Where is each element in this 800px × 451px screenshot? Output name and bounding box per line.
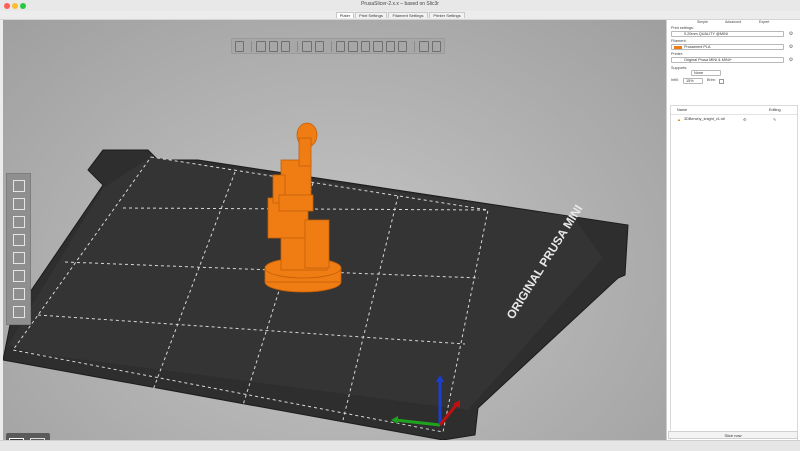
seam-paint-icon[interactable] [13, 306, 25, 318]
move-icon[interactable] [13, 180, 25, 192]
tab-filament-settings[interactable]: Filament Settings [388, 12, 428, 18]
print-settings-combo[interactable]: 0.20mm QUALITY @MINI [671, 31, 784, 37]
delete-all-icon[interactable] [268, 40, 279, 52]
tab-plater[interactable]: Plater [336, 12, 354, 18]
print-bed-scene: ORIGINAL PRUSA MINI [3, 122, 629, 440]
printer-label: Printer: [671, 52, 684, 56]
layers-editing-icon[interactable] [397, 40, 408, 52]
list-header-name: Name [677, 108, 688, 112]
redo-icon[interactable] [431, 40, 441, 52]
object-name: 3DBenchy_knight_v1.stl [684, 117, 725, 121]
undo-icon[interactable] [419, 40, 429, 52]
filament-gear-icon[interactable]: ⚙ [788, 44, 794, 50]
place-on-face-icon[interactable] [13, 234, 25, 246]
warning-icon: ▲ [677, 117, 681, 122]
brim-label: Brim: [707, 78, 716, 82]
toolbar-separator [414, 40, 416, 52]
mode-simple[interactable]: Simple [697, 20, 708, 24]
arrange-icon[interactable] [281, 40, 291, 52]
tab-printer-settings[interactable]: Printer Settings [429, 12, 465, 18]
top-toolbar [231, 38, 445, 54]
split-parts-icon[interactable] [373, 40, 383, 52]
add-icon[interactable] [235, 40, 245, 52]
hollow-icon[interactable] [13, 270, 25, 282]
supports-label: Supports: [671, 66, 688, 70]
toolbar-separator [331, 40, 332, 52]
list-header-editing: Editing [769, 108, 781, 112]
brim-checkbox[interactable] [719, 79, 724, 84]
toolbar-separator [297, 40, 299, 52]
list-item[interactable]: ▲ 3DBenchy_knight_v1.stl ⚙ ✎ [675, 117, 795, 123]
object-settings-icon[interactable]: ⚙ [743, 117, 747, 122]
tab-bar: Plater Print Settings Filament Settings … [0, 11, 800, 20]
paste-icon[interactable] [314, 40, 325, 52]
sidebar: Simple Advanced Expert Print settings: 0… [666, 20, 800, 445]
mode-expert[interactable]: Expert [759, 20, 769, 24]
gizmo-toolbar [6, 173, 31, 325]
support-paint-icon[interactable] [13, 288, 25, 300]
scale-icon[interactable] [13, 198, 25, 210]
slice-now-button[interactable]: Slice now [668, 431, 798, 439]
delete-icon[interactable] [256, 40, 266, 52]
split-objects-icon[interactable] [360, 40, 371, 52]
filament-combo[interactable]: Prusament PLA [671, 44, 784, 50]
tab-print-settings[interactable]: Print Settings [355, 12, 387, 18]
filament-label: Filament: [671, 39, 687, 43]
search-icon[interactable] [385, 40, 395, 52]
supports-combo[interactable]: None [691, 70, 721, 76]
copy-icon[interactable] [302, 40, 312, 52]
object-edit-icon[interactable]: ✎ [773, 117, 776, 122]
add-instance-icon[interactable] [335, 40, 346, 52]
filament-value: Prusament PLA [684, 45, 711, 49]
list-divider [671, 114, 797, 115]
3d-viewport[interactable]: ORIGINAL PRUSA MINI [3, 20, 666, 440]
print-settings-label: Print settings: [671, 26, 695, 30]
infill-label: Infill: [671, 78, 679, 82]
print-settings-gear-icon[interactable]: ⚙ [788, 31, 794, 37]
window-title: PrusaSlicer-2.x.x – based on Slic3r [361, 1, 439, 7]
status-bar [0, 440, 800, 451]
view-switch [6, 433, 50, 440]
cut-icon[interactable] [13, 252, 25, 264]
object-list: Name Editing ▲ 3DBenchy_knight_v1.stl ⚙ … [670, 105, 798, 445]
remove-instance-icon[interactable] [348, 40, 358, 52]
rotate-icon[interactable] [13, 216, 25, 228]
printer-gear-icon[interactable]: ⚙ [788, 57, 794, 63]
printer-combo[interactable]: Original Prusa MINI & MINI+ [671, 57, 784, 63]
toolbar-separator [251, 40, 253, 52]
filament-color-swatch [674, 46, 682, 49]
mode-advanced[interactable]: Advanced [725, 20, 741, 24]
infill-combo[interactable]: 15% [683, 78, 703, 84]
